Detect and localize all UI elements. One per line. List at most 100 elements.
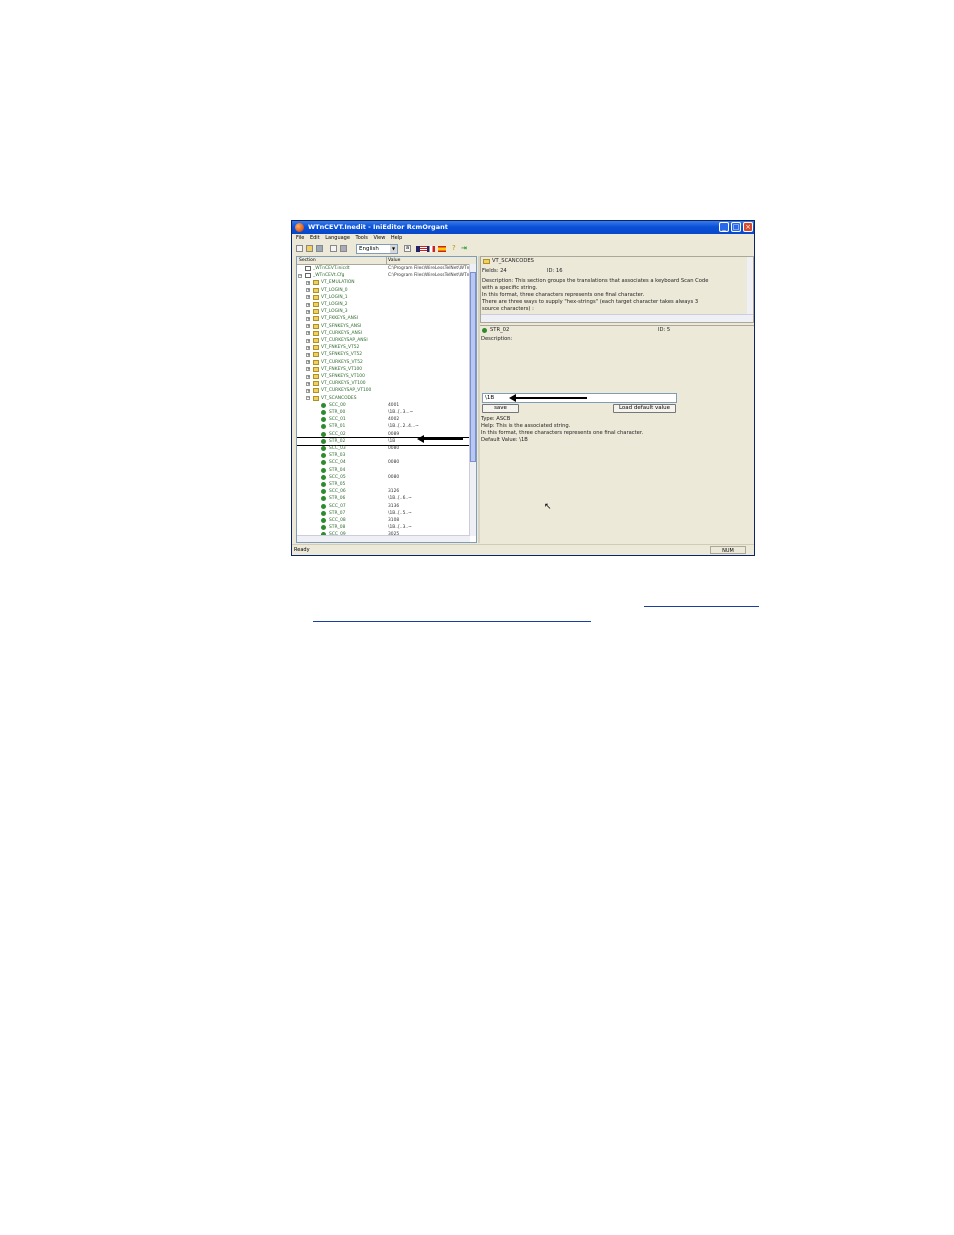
tree-row[interactable]: STR_03 <box>297 452 471 459</box>
tree-row[interactable]: − VT_SCANCODES <box>297 395 471 402</box>
expand-icon[interactable]: + <box>306 352 310 357</box>
tree-row-value: \1B..[..2..4...~ <box>388 424 419 430</box>
flag-fr-icon[interactable] <box>427 246 435 252</box>
info-horizontal-scrollbar[interactable] <box>481 314 753 322</box>
expand-icon[interactable]: + <box>306 338 310 343</box>
tree-row[interactable]: + VT_LOGIN_0 <box>297 287 471 294</box>
tree-row[interactable]: + VT_LOGIN_1 <box>297 294 471 301</box>
tree-row[interactable]: − _WTnCEVt.Cfg C:\Program Files\WireLessTe… <box>297 272 471 279</box>
info-vertical-scrollbar[interactable] <box>747 257 753 315</box>
expand-icon[interactable]: + <box>306 324 310 329</box>
menu-bar: File Edit Language Tools View Help <box>292 234 754 243</box>
tree-row[interactable]: + VT_FKKEYS_ANSI <box>297 315 471 322</box>
menu-edit[interactable]: Edit <box>310 234 320 243</box>
key-icon <box>321 446 326 451</box>
tree-row[interactable]: STR_08 \1B..[..3..~ <box>297 524 471 531</box>
tree-row[interactable]: + VT_LOGIN_2 <box>297 301 471 308</box>
open-folder-icon[interactable] <box>306 245 313 252</box>
expand-icon[interactable]: + <box>306 388 310 393</box>
folder-icon <box>313 302 319 307</box>
expand-icon[interactable]: + <box>306 316 310 321</box>
tree-row-label: SCC_06 <box>329 489 346 495</box>
tree-row[interactable]: SCC_03 0080 <box>297 445 471 452</box>
tree-row-value: \1B..[..3...~ <box>388 410 414 415</box>
collapse-icon[interactable]: − <box>298 273 302 278</box>
tree-row[interactable]: STR_00 \1B..[..3...~ <box>297 409 471 416</box>
tree-row[interactable]: STR_06 \1B..[..6..~ <box>297 495 471 502</box>
tree-row[interactable]: SCC_08 3108 <box>297 517 471 524</box>
flag-es-icon[interactable] <box>438 246 446 252</box>
tree-row[interactable]: + VT_CURKEYSAP_VT100 <box>297 387 471 394</box>
tree-row[interactable]: + VT_SFNKEYS_VT100 <box>297 373 471 380</box>
tree-row[interactable]: SCC_01 4002 <box>297 416 471 423</box>
tree-row[interactable]: _WTnCEVT.inicdt C:\Program Files\WireLess… <box>297 265 471 272</box>
section-tree[interactable]: Section Value _WTnCEVT.inicdt C:\Program … <box>296 256 477 543</box>
tree-row[interactable]: SCC_02 0089 <box>297 431 471 438</box>
close-button[interactable]: × <box>743 222 753 232</box>
tree-row-label: VT_LOGIN_0 <box>321 287 348 293</box>
tree-row[interactable]: STR_07 \1B..[..5..~ <box>297 510 471 517</box>
tree-row[interactable]: SCC_07 3136 <box>297 503 471 510</box>
minimize-button[interactable]: _ <box>719 222 729 232</box>
exit-icon[interactable]: ⇥ <box>461 245 468 252</box>
collapse-icon[interactable]: − <box>306 396 310 401</box>
tree-row-label: VT_LOGIN_2 <box>321 302 348 307</box>
new-file-icon[interactable] <box>296 245 303 252</box>
language-select[interactable]: English ▼ <box>356 244 398 254</box>
caption-link[interactable] <box>313 613 591 622</box>
tree-row[interactable]: SCC_05 0080 <box>297 474 471 481</box>
tree-row[interactable]: + VT_EMULATION <box>297 279 471 286</box>
scroll-thumb[interactable] <box>470 272 476 462</box>
copy-icon[interactable] <box>330 245 337 252</box>
expand-icon[interactable]: + <box>306 381 310 386</box>
tree-row[interactable]: STR_05 <box>297 481 471 488</box>
column-value[interactable]: Value <box>388 257 400 264</box>
section-description-line: In this format, three characters represe… <box>482 292 645 298</box>
tree-horizontal-scrollbar[interactable] <box>297 535 470 542</box>
print-icon[interactable] <box>340 245 347 252</box>
tree-row[interactable]: SCC_06 3126 <box>297 488 471 495</box>
tree-row[interactable]: + VT_LOGIN_3 <box>297 308 471 315</box>
column-section[interactable]: Section <box>299 257 316 264</box>
menu-view[interactable]: View <box>373 234 385 243</box>
expand-icon[interactable]: + <box>306 367 310 372</box>
save-icon[interactable] <box>316 245 323 252</box>
expand-icon[interactable]: + <box>306 288 310 293</box>
column-divider[interactable] <box>386 257 387 264</box>
load-default-button[interactable]: Load default value <box>613 404 676 413</box>
expand-icon[interactable]: + <box>306 360 310 365</box>
tree-vertical-scrollbar[interactable] <box>469 264 476 536</box>
tree-row[interactable]: + VT_SFNKEYS_ANSI <box>297 323 471 330</box>
menu-tools[interactable]: Tools <box>356 234 368 243</box>
tree-row[interactable]: + VT_FNKEYS_VT100 <box>297 366 471 373</box>
tree-row[interactable]: SCC_04 0080 <box>297 459 471 466</box>
maximize-button[interactable]: □ <box>731 222 741 232</box>
save-button[interactable]: save <box>482 404 519 413</box>
folder-icon <box>313 323 319 329</box>
expand-icon[interactable]: + <box>306 374 310 379</box>
section-name: VT_SCANCODES <box>492 258 534 264</box>
tree-row[interactable]: + VT_FNKEYS_VT52 <box>297 344 471 351</box>
menu-file[interactable]: File <box>296 234 304 243</box>
title-bar[interactable]: WTnCEVT.Inedit - IniEditor RcmOrgant _ □… <box>292 221 754 234</box>
expand-icon[interactable]: + <box>306 309 310 314</box>
tree-row[interactable]: + VT_SFNKEYS_VT52 <box>297 351 471 358</box>
tree-row[interactable]: STR_04 <box>297 467 471 474</box>
expand-icon[interactable]: + <box>306 331 310 336</box>
tree-row[interactable]: STR_01 \1B..[..2..4...~ <box>297 423 471 430</box>
expand-icon[interactable]: + <box>306 295 310 300</box>
caption-link[interactable] <box>644 598 759 607</box>
tree-row[interactable]: + VT_CURKEYS_VT52 <box>297 359 471 366</box>
sort-icon[interactable]: a <box>404 245 411 252</box>
tree-row[interactable]: + VT_CURKEYS_VT100 <box>297 380 471 387</box>
section-description-line: source characters) : <box>482 306 534 312</box>
tree-row[interactable]: + VT_CURKEYSAP_ANSI <box>297 337 471 344</box>
expand-icon[interactable]: + <box>306 302 310 307</box>
menu-help[interactable]: Help <box>391 234 402 243</box>
help-icon[interactable]: ? <box>452 245 459 252</box>
tree-row[interactable]: + VT_CURKEYS_ANSI <box>297 330 471 337</box>
expand-icon[interactable]: + <box>306 280 310 285</box>
tree-row[interactable]: SCC_00 4001 <box>297 402 471 409</box>
menu-language[interactable]: Language <box>325 234 350 243</box>
expand-icon[interactable]: + <box>306 345 310 350</box>
